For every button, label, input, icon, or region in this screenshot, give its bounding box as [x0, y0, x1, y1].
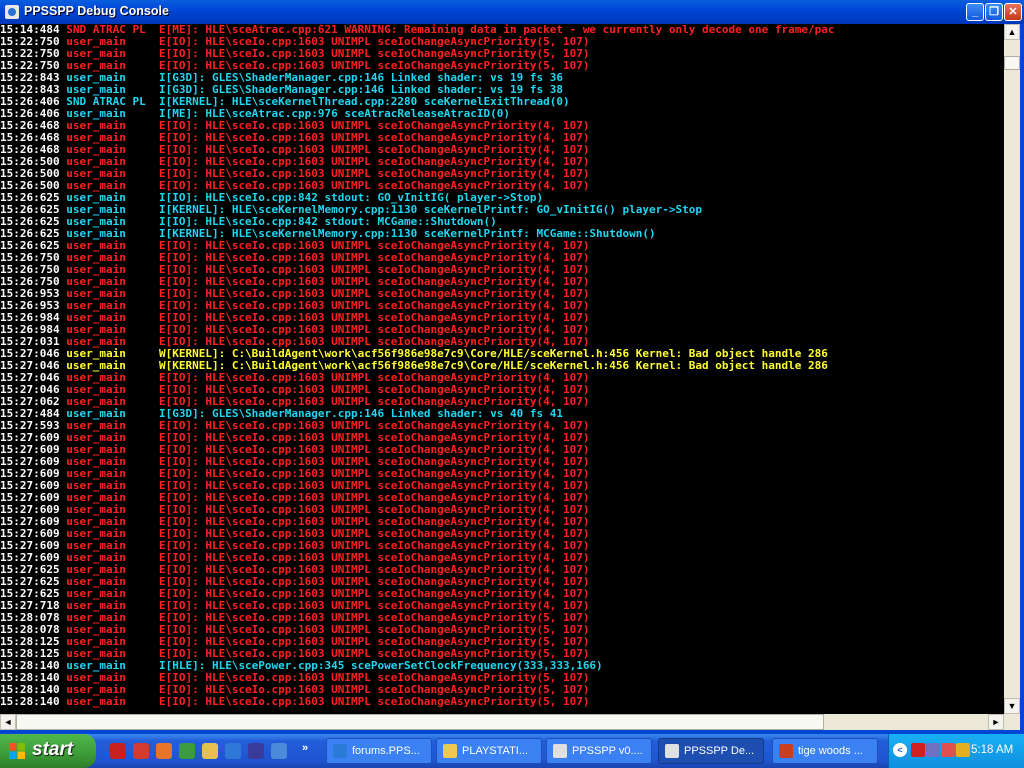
- ppsspp-icon: [665, 744, 679, 758]
- vertical-scrollbar[interactable]: ▲ ▼: [1004, 24, 1020, 714]
- security-icon[interactable]: [956, 743, 970, 757]
- gmail-icon[interactable]: [133, 743, 149, 759]
- ie-icon[interactable]: [225, 743, 241, 759]
- task-button[interactable]: PLAYSTATI...: [436, 738, 542, 764]
- ppsspp-icon: [553, 744, 567, 758]
- tray-expand-button[interactable]: <: [893, 743, 907, 757]
- media-player-icon[interactable]: [248, 743, 264, 759]
- task-label: forums.PPS...: [352, 745, 420, 757]
- minimize-button[interactable]: _: [966, 3, 984, 21]
- maximize-button[interactable]: ❐: [985, 3, 1003, 21]
- horizontal-scrollbar[interactable]: ◄ ►: [0, 714, 1004, 730]
- ppsspp-app-icon: [5, 5, 19, 19]
- console-output[interactable]: 15:14:484 SND ATRAC PL E[ME]: HLE\sceAtr…: [0, 24, 1004, 714]
- taskbar: start » forums.PPS... PLAYSTATI... PPSSPP …: [0, 734, 1024, 768]
- log-timestamp: 15:28:140: [0, 695, 60, 708]
- task-label: PPSSPP De...: [684, 745, 755, 757]
- flag-icon[interactable]: [911, 743, 925, 757]
- folder-icon: [443, 744, 457, 758]
- clock[interactable]: 5:18 AM: [971, 744, 1013, 756]
- task-label: PLAYSTATI...: [462, 745, 529, 757]
- chrome-icon[interactable]: [179, 743, 195, 759]
- game-icon: [779, 744, 793, 758]
- scroll-right-button[interactable]: ►: [988, 714, 1004, 730]
- close-button[interactable]: ✕: [1004, 3, 1022, 21]
- task-button[interactable]: tige woods ...: [772, 738, 878, 764]
- messenger-icon[interactable]: [271, 743, 287, 759]
- network-icon[interactable]: [926, 743, 940, 757]
- task-button[interactable]: PPSSPP De...: [658, 738, 764, 764]
- window-title: PPSSPP Debug Console: [24, 4, 169, 18]
- system-tray: < 5:18 AM: [888, 734, 1024, 768]
- log-line: 15:28:140 user_main E[IO]: HLE\sceIo.cpp…: [0, 696, 1004, 708]
- scroll-down-button[interactable]: ▼: [1004, 698, 1020, 714]
- vertical-scroll-thumb[interactable]: [1004, 56, 1020, 70]
- windows-logo-icon: [9, 743, 25, 759]
- window-titlebar[interactable]: PPSSPP Debug Console _ ❐ ✕: [0, 0, 1024, 24]
- adobe-reader-icon[interactable]: [110, 743, 126, 759]
- volume-icon[interactable]: [941, 743, 955, 757]
- firefox-icon[interactable]: [156, 743, 172, 759]
- log-message: E[IO]: HLE\sceIo.cpp:1603 UNIMPL sceIoCh…: [158, 695, 590, 708]
- scroll-up-button[interactable]: ▲: [1004, 24, 1020, 40]
- task-button[interactable]: forums.PPS...: [326, 738, 432, 764]
- task-label: PPSSPP v0....: [572, 745, 643, 757]
- start-label: start: [32, 739, 74, 760]
- task-label: tige woods ...: [798, 745, 863, 757]
- folder-icon[interactable]: [202, 743, 218, 759]
- log-thread: user_main: [66, 695, 146, 708]
- ie-icon: [333, 744, 347, 758]
- scroll-left-button[interactable]: ◄: [0, 714, 16, 730]
- start-button[interactable]: start: [0, 734, 96, 768]
- task-button[interactable]: PPSSPP v0....: [546, 738, 652, 764]
- quick-launch-chevron[interactable]: »: [302, 742, 308, 754]
- horizontal-scroll-thumb[interactable]: [16, 714, 824, 730]
- window-frame-right: [1020, 24, 1024, 730]
